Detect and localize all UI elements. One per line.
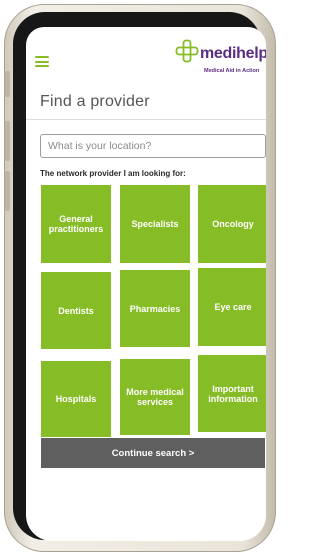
tile-general-practitioners[interactable]: General practitioners bbox=[41, 185, 111, 263]
tile-eye-care[interactable]: Eye care bbox=[198, 268, 266, 346]
tile-dentists[interactable]: Dentists bbox=[41, 272, 111, 349]
volume-down-button bbox=[5, 171, 10, 211]
mute-switch bbox=[5, 71, 10, 97]
medihelp-logo: medihelp Medical Aid in Action bbox=[172, 39, 266, 79]
page-title: Find a provider bbox=[40, 93, 150, 110]
title-divider bbox=[26, 119, 266, 120]
tile-specialists[interactable]: Specialists bbox=[120, 185, 190, 263]
tile-pharmacies[interactable]: Pharmacies bbox=[120, 270, 190, 347]
continue-search-button[interactable]: Continue search > bbox=[41, 438, 265, 468]
app-screen: medihelp Medical Aid in Action Find a pr… bbox=[26, 27, 266, 541]
tile-important-information[interactable]: Important information bbox=[198, 355, 266, 432]
tile-more-medical-services[interactable]: More medical services bbox=[120, 359, 190, 435]
medihelp-cross-logo-icon bbox=[175, 39, 199, 63]
app-header: medihelp Medical Aid in Action bbox=[26, 27, 266, 79]
volume-up-button bbox=[5, 121, 10, 161]
provider-type-prompt: The network provider I am looking for: bbox=[40, 169, 186, 178]
tile-oncology[interactable]: Oncology bbox=[198, 185, 266, 263]
location-search-input[interactable] bbox=[40, 134, 266, 158]
brand-tagline: Medical Aid in Action bbox=[204, 68, 260, 74]
tile-hospitals[interactable]: Hospitals bbox=[41, 361, 111, 437]
hamburger-menu-icon[interactable] bbox=[35, 56, 49, 67]
brand-name: medihelp bbox=[200, 45, 266, 62]
